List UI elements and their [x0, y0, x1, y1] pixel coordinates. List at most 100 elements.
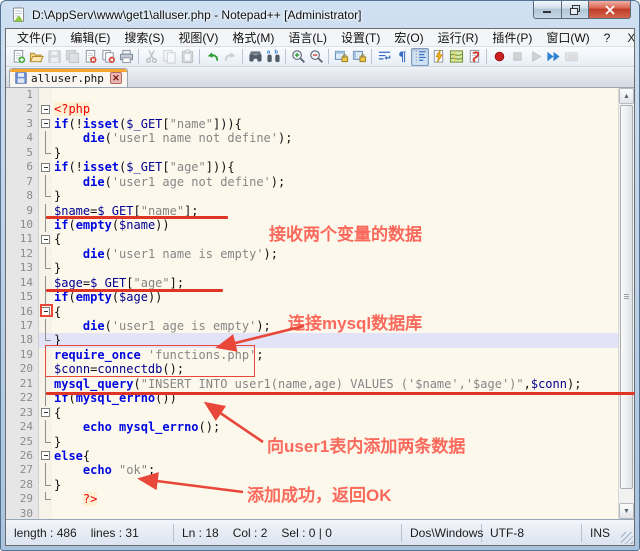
fold-toggle-icon[interactable]	[39, 305, 52, 319]
sync-scroll-horizontal-icon[interactable]	[350, 48, 368, 66]
code-text: $name=$_GET["name"];	[52, 204, 618, 218]
status-encoding[interactable]: UTF-8	[482, 524, 582, 542]
code-line-25[interactable]: 25}	[6, 435, 618, 449]
new-file-icon[interactable]	[9, 48, 27, 66]
code-line-17[interactable]: 17 die('user1 age is empty');	[6, 319, 618, 333]
open-file-icon[interactable]	[27, 48, 45, 66]
code-line-24[interactable]: 24 echo mysql_errno();	[6, 420, 618, 434]
code-text: <?php	[52, 102, 618, 116]
scroll-down-button[interactable]: ▼	[619, 503, 634, 519]
print-icon[interactable]	[117, 48, 135, 66]
code-line-1[interactable]: 1	[6, 88, 618, 102]
code-line-26[interactable]: 26else{	[6, 449, 618, 463]
fold-margin	[39, 478, 52, 492]
fold-margin	[39, 218, 52, 232]
macro-record-icon[interactable]	[490, 48, 508, 66]
document-list-icon[interactable]	[465, 48, 483, 66]
undo-icon[interactable]	[203, 48, 221, 66]
indent-guide-icon[interactable]	[411, 48, 429, 66]
line-number: 16	[6, 305, 39, 319]
scrollbar-track[interactable]	[619, 104, 634, 503]
minimize-button[interactable]	[533, 1, 562, 19]
menu-item-宏o[interactable]: 宏(O)	[387, 28, 430, 47]
code-text: if(mysql_errno())	[52, 391, 618, 405]
scrollbar-thumb[interactable]	[620, 105, 633, 489]
scroll-up-button[interactable]: ▲	[619, 88, 634, 104]
document-map-icon[interactable]	[447, 48, 465, 66]
sync-scroll-vertical-icon[interactable]	[332, 48, 350, 66]
code-line-10[interactable]: 10if(empty($name))	[6, 218, 618, 232]
menu-item-窗口w[interactable]: 窗口(W)	[539, 28, 596, 47]
menu-item-文件f[interactable]: 文件(F)	[10, 28, 63, 47]
tab-alluser-php[interactable]: alluser.php ✕	[9, 68, 128, 87]
macro-play-icon	[526, 48, 544, 66]
find-icon[interactable]	[246, 48, 264, 66]
code-line-5[interactable]: 5}	[6, 146, 618, 160]
fold-margin	[39, 348, 52, 362]
code-text: require_once 'functions.php';	[52, 348, 618, 362]
fold-toggle-icon[interactable]	[39, 406, 52, 420]
replace-icon[interactable]: ab	[264, 48, 282, 66]
menu-close-document-button[interactable]: X	[617, 31, 635, 45]
show-all-characters-icon[interactable]: ¶	[393, 48, 411, 66]
code-line-12[interactable]: 12 die('user1 name is empty');	[6, 247, 618, 261]
code-line-16[interactable]: 16 {	[6, 305, 618, 319]
code-line-20[interactable]: 20$conn=connectdb();	[6, 362, 618, 376]
fold-toggle-icon[interactable]	[39, 449, 52, 463]
code-line-28[interactable]: 28}	[6, 478, 618, 492]
menu-item-编辑e[interactable]: 编辑(E)	[63, 28, 117, 47]
code-line-18[interactable]: 18}	[6, 333, 618, 347]
code-line-11[interactable]: 11{	[6, 232, 618, 246]
menu-item-运行r[interactable]: 运行(R)	[431, 28, 486, 47]
code-line-8[interactable]: 8}	[6, 189, 618, 203]
menu-item-格式m[interactable]: 格式(M)	[225, 28, 281, 47]
code-line-30[interactable]: 30	[6, 507, 618, 519]
line-number: 26	[6, 449, 39, 463]
fold-toggle-icon[interactable]	[39, 160, 52, 174]
code-line-29[interactable]: 29 ?>	[6, 492, 618, 506]
toolbar-separator	[199, 49, 200, 64]
fold-toggle-icon[interactable]	[39, 232, 52, 246]
code-line-2[interactable]: 2<?php	[6, 102, 618, 116]
close-button[interactable]	[589, 1, 631, 19]
restore-button[interactable]	[562, 1, 589, 19]
code-line-14[interactable]: 14$age=$_GET["age"];	[6, 276, 618, 290]
fold-margin	[39, 463, 52, 477]
code-line-9[interactable]: 9$name=$_GET["name"];	[6, 204, 618, 218]
macro-run-multiple-icon[interactable]	[544, 48, 562, 66]
code-line-7[interactable]: 7 die('user1 age not define');	[6, 175, 618, 189]
resize-grip[interactable]	[621, 532, 633, 544]
menu-item-设置t[interactable]: 设置(T)	[334, 28, 387, 47]
close-file-icon[interactable]	[81, 48, 99, 66]
word-wrap-icon[interactable]	[375, 48, 393, 66]
menu-item-[interactable]: ?	[597, 30, 618, 46]
close-all-icon[interactable]	[99, 48, 117, 66]
fold-margin	[39, 276, 52, 290]
fold-toggle-icon[interactable]	[39, 102, 52, 116]
code-text: {	[52, 305, 618, 319]
menu-item-插件p[interactable]: 插件(P)	[485, 28, 539, 47]
function-list-icon[interactable]	[429, 48, 447, 66]
code-line-15[interactable]: 15if(empty($age))	[6, 290, 618, 304]
code-line-13[interactable]: 13}	[6, 261, 618, 275]
menu-item-语言l[interactable]: 语言(L)	[281, 28, 334, 47]
code-line-21[interactable]: 21mysql_query("INSERT INTO user1(name,ag…	[6, 377, 618, 391]
code-line-23[interactable]: 23{	[6, 406, 618, 420]
toolbar-separator	[285, 49, 286, 64]
code-line-22[interactable]: 22if(mysql_errno())	[6, 391, 618, 405]
zoom-in-icon[interactable]	[289, 48, 307, 66]
zoom-out-icon[interactable]	[307, 48, 325, 66]
vertical-scrollbar[interactable]: ▲ ▼	[618, 88, 634, 519]
code-line-27[interactable]: 27 echo "ok";	[6, 463, 618, 477]
menu-item-搜索s[interactable]: 搜索(S)	[117, 28, 171, 47]
fold-toggle-icon[interactable]	[39, 117, 52, 131]
code-line-4[interactable]: 4 die('user1 name not define');	[6, 131, 618, 145]
code-line-3[interactable]: 3if(!isset($_GET["name"])){	[6, 117, 618, 131]
code-line-6[interactable]: 6if(!isset($_GET["age"])){	[6, 160, 618, 174]
tab-close-icon[interactable]: ✕	[110, 72, 122, 84]
status-eol-format[interactable]: Dos\Windows	[402, 524, 482, 542]
code-line-19[interactable]: 19require_once 'functions.php';	[6, 348, 618, 362]
code-text: echo mysql_errno();	[52, 420, 618, 434]
menu-item-视图v[interactable]: 视图(V)	[171, 28, 225, 47]
line-number: 1	[6, 88, 39, 102]
